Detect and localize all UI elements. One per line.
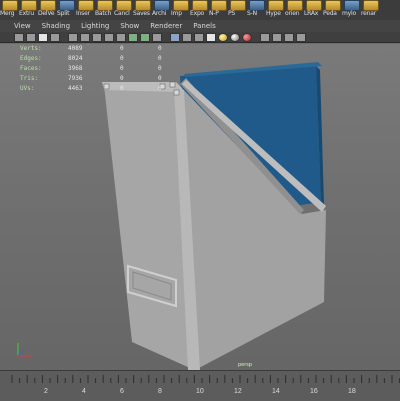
hud-poly-count: Verts: 4089 0 0 Edges: 8024 0 0 Faces: 3…: [20, 44, 180, 94]
hud-value: 0: [158, 75, 162, 82]
camera-attributes-icon[interactable]: [26, 32, 36, 42]
hud-row-edges: Edges: 8024 0 0: [20, 54, 180, 64]
wireframe-on-shaded-icon[interactable]: [182, 32, 192, 42]
gate-mask-icon[interactable]: [104, 32, 114, 42]
ambient-occlusion-icon[interactable]: [230, 32, 240, 42]
time-tick-label: 10: [196, 388, 204, 395]
hud-label: UVs:: [20, 85, 35, 92]
xray-joints-icon[interactable]: [272, 32, 282, 42]
shelf-button[interactable]: Cancl: [114, 0, 132, 20]
hud-row-tris: Tris: 7936 0 0: [20, 74, 180, 84]
hud-value: 8024: [68, 55, 83, 62]
hud-value: 0: [120, 85, 124, 92]
menu-view[interactable]: View: [14, 22, 31, 30]
hud-label: Faces:: [20, 65, 42, 72]
menu-renderer[interactable]: Renderer: [150, 22, 182, 30]
shelf-button[interactable]: mylo: [342, 0, 360, 20]
use-all-lights-icon[interactable]: [206, 32, 216, 42]
shelf-button[interactable]: orien: [285, 0, 303, 20]
time-tick-label: 18: [348, 388, 356, 395]
shelf-button[interactable]: Merg: [0, 0, 18, 20]
time-slider-ticks: 2 4 6 8 10 12 14 16 18: [11, 375, 400, 395]
resolution-gate-icon[interactable]: [92, 32, 102, 42]
hud-label: Edges:: [20, 55, 42, 62]
field-chart-icon[interactable]: [116, 32, 126, 42]
bookmark-icon[interactable]: [38, 32, 48, 42]
hud-value: 7936: [68, 75, 83, 82]
shelf-button[interactable]: Peda: [323, 0, 341, 20]
hud-value: 0: [158, 45, 162, 52]
textured-icon[interactable]: [194, 32, 204, 42]
shelf-button[interactable]: Imp: [171, 0, 189, 20]
shelf-button[interactable]: Inser: [76, 0, 94, 20]
time-tick-label: 8: [158, 388, 162, 395]
menu-lighting[interactable]: Lighting: [81, 22, 109, 30]
hud-value: 0: [120, 45, 124, 52]
shelf-button[interactable]: Saves: [133, 0, 151, 20]
select-camera-icon[interactable]: [14, 32, 24, 42]
panel-menu-bar: View Shading Lighting Show Renderer Pane…: [0, 20, 400, 32]
shelf-button[interactable]: Archi: [152, 0, 170, 20]
shelf-button[interactable]: Split: [57, 0, 75, 20]
hud-row-verts: Verts: 4089 0 0: [20, 44, 180, 54]
shelf-button[interactable]: Expo: [190, 0, 208, 20]
menu-panels[interactable]: Panels: [193, 22, 216, 30]
safe-action-icon[interactable]: [128, 32, 138, 42]
grid-icon[interactable]: [68, 32, 78, 42]
camera-name-label: persp: [238, 362, 253, 368]
time-tick-label: 16: [310, 388, 318, 395]
hud-value: 0: [120, 55, 124, 62]
time-tick-label: 6: [120, 388, 124, 395]
smooth-shade-icon[interactable]: [170, 32, 180, 42]
wireframe-icon[interactable]: [152, 32, 162, 42]
xray-components-icon[interactable]: [284, 32, 294, 42]
shelf-button[interactable]: S-N: [247, 0, 265, 20]
shelf-button[interactable]: N-P: [209, 0, 227, 20]
isolate-select-icon[interactable]: [296, 32, 306, 42]
time-tick-label: 4: [82, 388, 86, 395]
safe-title-icon[interactable]: [140, 32, 150, 42]
menu-shading[interactable]: Shading: [42, 22, 70, 30]
time-slider[interactable]: 2 4 6 8 10 12 14 16 18: [0, 370, 400, 401]
hud-value: 0: [120, 65, 124, 72]
panel-toolbar: [0, 32, 400, 43]
time-tick-label: 12: [234, 388, 242, 395]
hud-value: 0: [158, 65, 162, 72]
hud-row-faces: Faces: 3968 0 0: [20, 64, 180, 74]
shelf-button[interactable]: Extru: [19, 0, 37, 20]
hud-value: 4089: [68, 45, 83, 52]
shelf-button-label: renar: [361, 10, 376, 17]
shelf-bar: Merg Extru DelVe Split Inser Batch Cancl Saves A…: [0, 0, 400, 20]
shadows-icon[interactable]: [218, 32, 228, 42]
hud-label: Tris:: [20, 75, 39, 82]
hud-value: 0: [158, 55, 162, 62]
hud-value: 4463: [68, 85, 83, 92]
motion-blur-icon[interactable]: [242, 32, 252, 42]
hud-value: 3968: [68, 65, 83, 72]
shelf-button[interactable]: DelVe: [38, 0, 56, 20]
shelf-button[interactable]: LRAx: [304, 0, 322, 20]
viewport-persp[interactable]: Verts: 4089 0 0 Edges: 8024 0 0 Faces: 3…: [0, 44, 400, 370]
shelf-button[interactable]: Hype: [266, 0, 284, 20]
film-gate-icon[interactable]: [80, 32, 90, 42]
axis-gizmo-icon: [17, 343, 32, 357]
menu-show[interactable]: Show: [120, 22, 139, 30]
hud-label: Verts:: [20, 45, 42, 52]
time-tick-label: 14: [272, 388, 280, 395]
image-plane-icon[interactable]: [50, 32, 60, 42]
xray-icon[interactable]: [260, 32, 270, 42]
time-tick-label: 2: [44, 388, 48, 395]
shelf-button[interactable]: renar: [361, 0, 379, 20]
shelf-button[interactable]: PS: [228, 0, 246, 20]
shelf-button[interactable]: Batch: [95, 0, 113, 20]
hud-value: 0: [120, 75, 124, 82]
hud-value: 0: [158, 85, 162, 92]
hud-row-uvs: UVs: 4463 0 0: [20, 84, 180, 94]
